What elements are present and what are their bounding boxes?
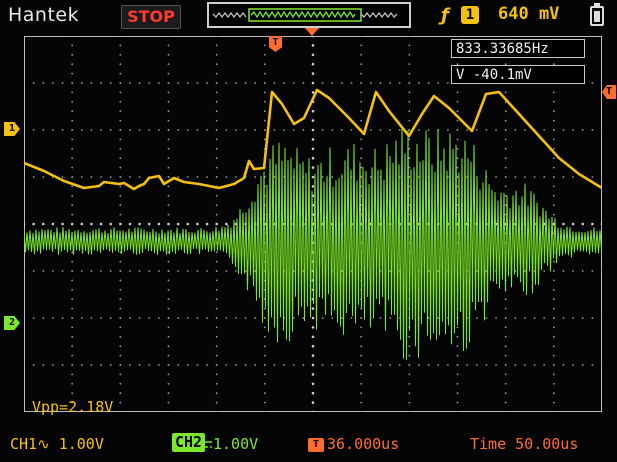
trigger-offset[interactable]: 36.000us <box>327 435 399 453</box>
oscilloscope-screen: Hantek STOP ƒ 1 640 mV T T 1 2 833.33685… <box>0 0 617 462</box>
footer-bar: CH1∿ 1.00V CH2 1.00V T 36.000us Time 50.… <box>0 426 617 462</box>
run-stop-button[interactable]: STOP <box>121 5 181 29</box>
memory-overview-waveform <box>212 0 398 22</box>
battery-icon <box>590 3 604 26</box>
brand-logo: Hantek <box>8 4 80 26</box>
memory-overview[interactable] <box>207 0 411 28</box>
ch2-marker-label: 2 <box>8 317 16 328</box>
ch1-scale[interactable]: CH1∿ 1.00V <box>10 435 104 453</box>
status-bar: Hantek STOP ƒ 1 640 mV <box>0 0 617 32</box>
trigger-level-marker[interactable]: T <box>602 85 616 99</box>
trigger-offset-icon: T <box>308 438 324 452</box>
ch1-marker-label: 1 <box>8 123 16 134</box>
trigger-level-readout: 640 mV <box>498 4 560 24</box>
center-marker <box>305 28 319 36</box>
ch1-ground-marker[interactable]: 1 <box>4 122 20 136</box>
trigger-source-badge[interactable]: 1 <box>461 6 479 24</box>
trigger-level-label: T <box>605 86 613 97</box>
frequency-readout: 833.33685Hz <box>451 39 585 58</box>
ch2-waveform <box>24 127 602 360</box>
dc-coupling-icon <box>200 441 212 448</box>
vpp-measurement: Vpp=2.18V <box>32 398 114 416</box>
rising-edge-icon: ƒ <box>441 5 449 26</box>
trigger-position-label: T <box>272 37 279 48</box>
timebase[interactable]: Time 50.00us <box>470 435 578 453</box>
ch2-ground-marker[interactable]: 2 <box>4 316 20 330</box>
ch2-scale[interactable]: 1.00V <box>213 435 258 453</box>
waveform-display[interactable] <box>24 36 602 412</box>
voltage-readout: V -40.1mV <box>451 65 585 84</box>
